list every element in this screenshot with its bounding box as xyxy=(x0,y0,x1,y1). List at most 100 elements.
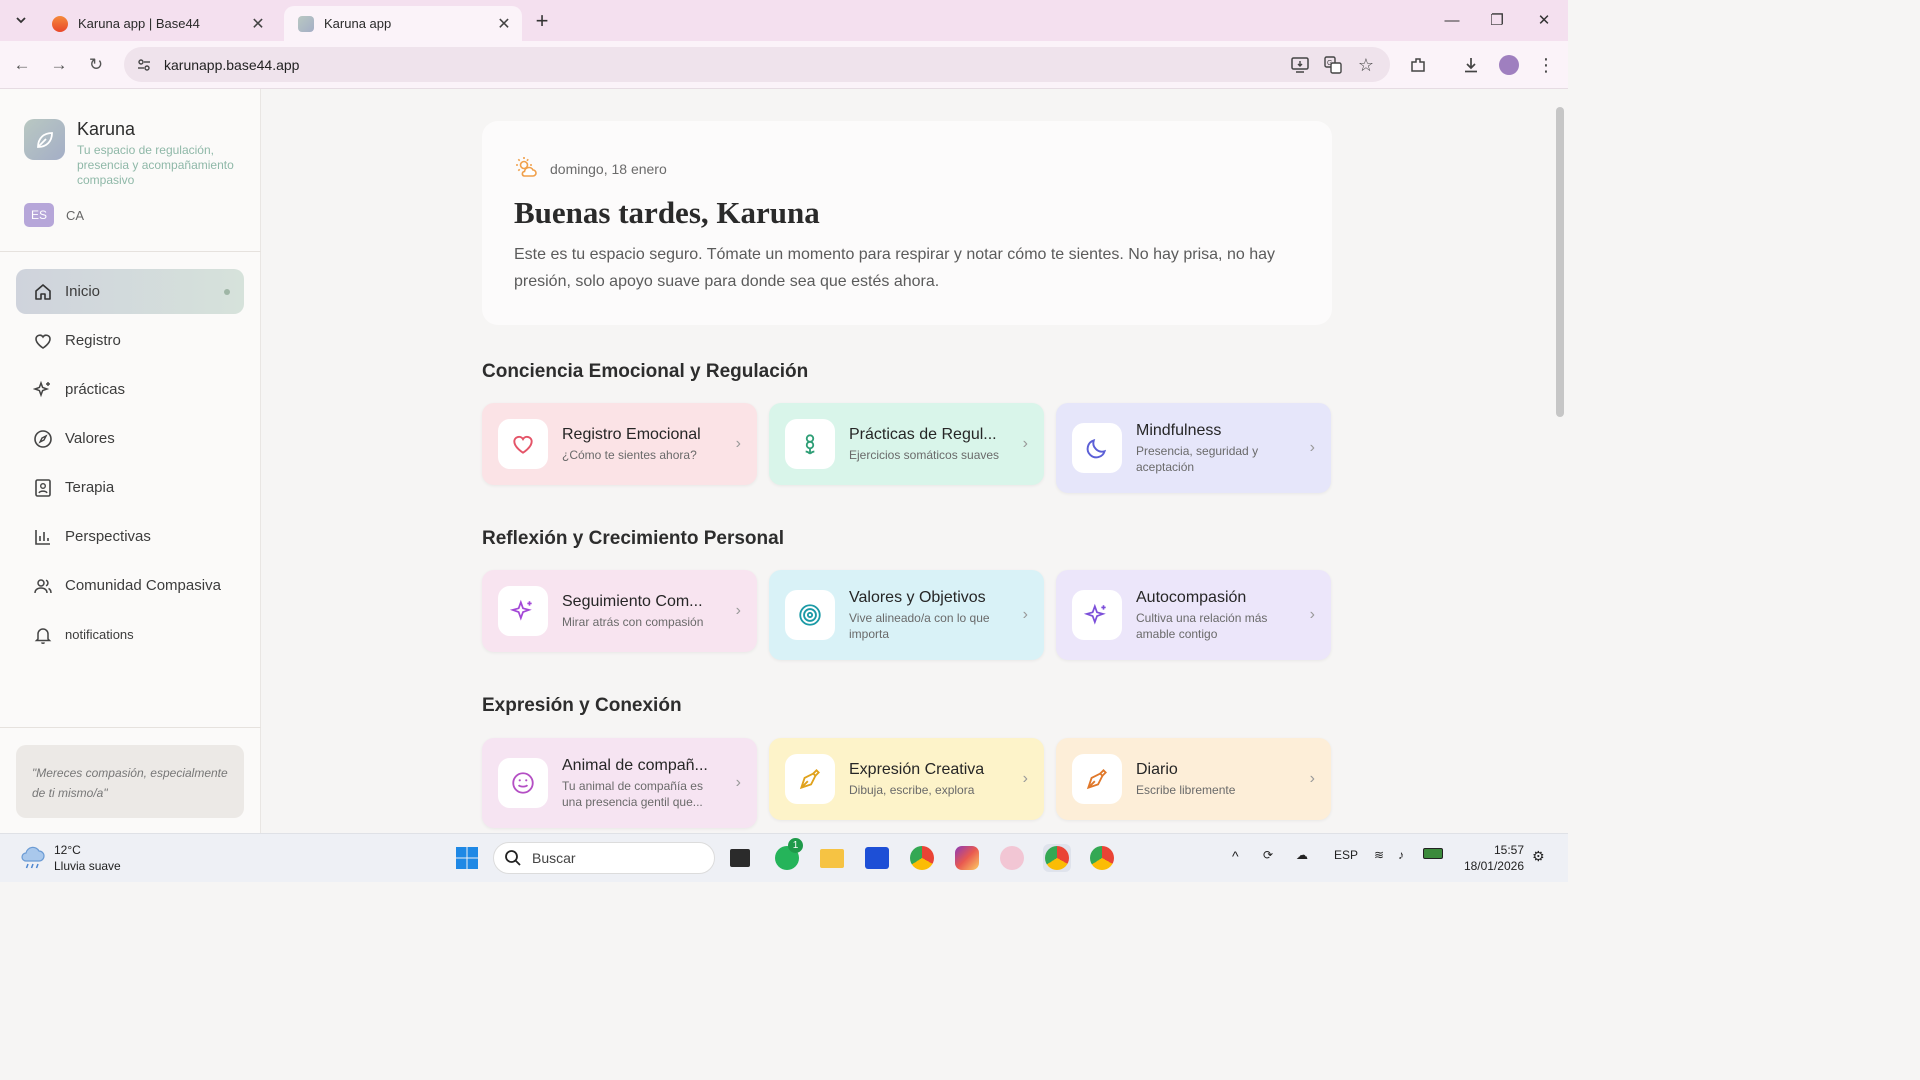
card-title: Registro Emocional xyxy=(562,425,701,443)
browser-toolbar: ← → ↻ karunapp.base44.app G ☆ ⋮ xyxy=(0,41,1568,89)
card-registro-emocional[interactable]: Registro Emocional ¿Cómo te sientes ahor… xyxy=(482,403,757,485)
greeting-title: Buenas tardes, Karuna xyxy=(514,195,820,230)
sparkles-icon xyxy=(1072,590,1122,640)
new-tab-button[interactable]: + xyxy=(530,8,554,33)
sidebar-item-registro[interactable]: Registro xyxy=(16,318,244,363)
card-subtitle: Escribe libremente xyxy=(1136,782,1236,797)
tab-karuna-base44[interactable]: Karuna app | Base44 ✕ xyxy=(38,6,276,41)
address-bar[interactable]: karunapp.base44.app xyxy=(124,47,1390,82)
compassion-quote: "Mereces compasión, especialmente de ti … xyxy=(16,745,244,818)
sidebar-item-notifications[interactable]: notifications xyxy=(16,612,244,657)
taskbar-search[interactable]: Buscar xyxy=(493,842,715,874)
card-subtitle: Cultiva una relación más amable contigo xyxy=(1136,610,1268,641)
install-app-icon[interactable] xyxy=(1288,53,1312,77)
whatsapp-icon[interactable]: 1 xyxy=(773,838,803,872)
card-expresion-creativa[interactable]: Expresión Creativa Dibuja, escribe, expl… xyxy=(769,738,1044,820)
card-title: Seguimiento Com... xyxy=(562,592,703,610)
card-practicas-regulacion[interactable]: Prácticas de Regul... Ejercicios somátic… xyxy=(769,403,1044,485)
chrome-icon[interactable] xyxy=(908,844,936,872)
avatar-app-icon[interactable] xyxy=(998,844,1026,872)
chevron-right-icon: › xyxy=(1022,606,1028,623)
minimize-button[interactable]: — xyxy=(1440,8,1464,32)
sidebar-item-terapia[interactable]: Terapia xyxy=(16,465,244,510)
task-view-icon[interactable] xyxy=(726,844,754,872)
chevron-right-icon: › xyxy=(735,602,741,619)
card-title: Autocompasión xyxy=(1136,588,1247,606)
scrollbar-thumb[interactable] xyxy=(1556,107,1564,417)
weather-temp: 12°C xyxy=(54,843,81,857)
active-indicator xyxy=(224,288,230,295)
chevron-right-icon: › xyxy=(1309,606,1315,623)
notification-center-icon[interactable]: ⚙ xyxy=(1532,848,1545,865)
back-button[interactable]: ← xyxy=(10,53,34,77)
wifi-icon[interactable]: ≋ xyxy=(1374,848,1384,862)
card-mindfulness[interactable]: Mindfulness Presencia, seguridad y acept… xyxy=(1056,403,1331,493)
pen-icon xyxy=(1072,754,1122,804)
reload-button[interactable]: ↻ xyxy=(84,53,108,77)
file-explorer-icon[interactable] xyxy=(818,844,846,872)
close-tab-icon[interactable]: ✕ xyxy=(250,16,266,33)
browser-tab-strip: Karuna app | Base44 ✕ Karuna app ✕ + — ❐… xyxy=(0,0,1568,41)
smile-icon xyxy=(498,758,548,808)
weather-desc: Lluvia suave xyxy=(54,859,121,873)
sidebar-item-label: Registro xyxy=(65,332,121,349)
brand: Karuna Tu espacio de regulación, presenc… xyxy=(24,119,245,188)
sidebar: Karuna Tu espacio de regulación, presenc… xyxy=(0,89,261,833)
chrome-profile-icon[interactable] xyxy=(1043,844,1071,872)
system-clock[interactable]: 15:57 18/01/2026 xyxy=(1458,842,1524,874)
card-animal-compania[interactable]: Animal de compañ... Tu animal de compañí… xyxy=(482,738,757,828)
divider xyxy=(0,251,261,252)
os-taskbar: 12°C Lluvia suave Buscar 1 ^ ⟳ ☁ ESP ≋ ♪… xyxy=(0,833,1568,882)
downloads-icon[interactable] xyxy=(1459,53,1483,77)
sidebar-item-comunidad[interactable]: Comunidad Compasiva xyxy=(16,563,244,608)
show-hidden-icons-icon[interactable]: ^ xyxy=(1232,848,1239,864)
restore-button[interactable]: ❐ xyxy=(1485,8,1509,32)
language-ca-button[interactable]: CA xyxy=(66,208,84,223)
card-subtitle: Presencia, seguridad y aceptación xyxy=(1136,443,1259,474)
heart-icon xyxy=(498,419,548,469)
hero-date: domingo, 18 enero xyxy=(550,160,667,177)
compass-icon xyxy=(32,428,54,450)
card-valores-objetivos[interactable]: Valores y Objetivos Vive alineado/a con … xyxy=(769,570,1044,660)
search-placeholder: Buscar xyxy=(532,850,576,866)
flower-icon xyxy=(785,419,835,469)
extensions-icon[interactable] xyxy=(1406,53,1430,77)
battery-icon[interactable] xyxy=(1423,848,1443,862)
users-icon xyxy=(32,575,54,597)
moon-icon xyxy=(1072,423,1122,473)
sidebar-item-valores[interactable]: Valores xyxy=(16,416,244,461)
cloud-icon[interactable]: ☁ xyxy=(1296,848,1308,862)
browser-menu-icon[interactable]: ⋮ xyxy=(1534,53,1558,77)
url-text: karunapp.base44.app xyxy=(164,56,300,73)
close-tab-icon[interactable]: ✕ xyxy=(496,16,512,33)
tab-karuna-app[interactable]: Karuna app ✕ xyxy=(284,6,522,41)
profile-avatar[interactable] xyxy=(1497,53,1521,77)
card-autocompasion[interactable]: Autocompasión Cultiva una relación más a… xyxy=(1056,570,1331,660)
sidebar-item-perspectivas[interactable]: Perspectivas xyxy=(16,514,244,559)
sidebar-item-practicas[interactable]: prácticas xyxy=(16,367,244,412)
sync-icon[interactable]: ⟳ xyxy=(1263,848,1273,862)
card-diario[interactable]: Diario Escribe libremente › xyxy=(1056,738,1331,820)
close-window-button[interactable]: ✕ xyxy=(1532,8,1556,32)
sidebar-item-label: Terapia xyxy=(65,479,115,496)
card-seguimiento-compasivo[interactable]: Seguimiento Com... Mirar atrás con compa… xyxy=(482,570,757,652)
windows-start-icon[interactable] xyxy=(453,844,481,872)
sidebar-item-inicio[interactable]: Inicio xyxy=(16,269,244,314)
chevron-right-icon: › xyxy=(735,774,741,791)
forward-button[interactable]: → xyxy=(47,53,71,77)
bookmark-star-icon[interactable]: ☆ xyxy=(1354,53,1378,77)
site-settings-icon[interactable] xyxy=(136,57,152,73)
app-icon[interactable] xyxy=(863,844,891,872)
language-es-button[interactable]: ES xyxy=(24,203,54,227)
instagram-icon[interactable] xyxy=(953,844,981,872)
weather-widget[interactable]: 12°C Lluvia suave xyxy=(18,842,121,874)
page-scrollbar[interactable] xyxy=(1552,89,1568,833)
translate-icon[interactable]: G xyxy=(1321,53,1345,77)
chevron-right-icon: › xyxy=(1309,770,1315,787)
volume-icon[interactable]: ♪ xyxy=(1398,848,1404,862)
input-language[interactable]: ESP xyxy=(1334,848,1358,862)
tab-search-button[interactable] xyxy=(10,9,32,31)
card-title: Valores y Objetivos xyxy=(849,588,986,606)
chrome-profile-2-icon[interactable] xyxy=(1088,844,1116,872)
bell-icon xyxy=(32,624,54,646)
